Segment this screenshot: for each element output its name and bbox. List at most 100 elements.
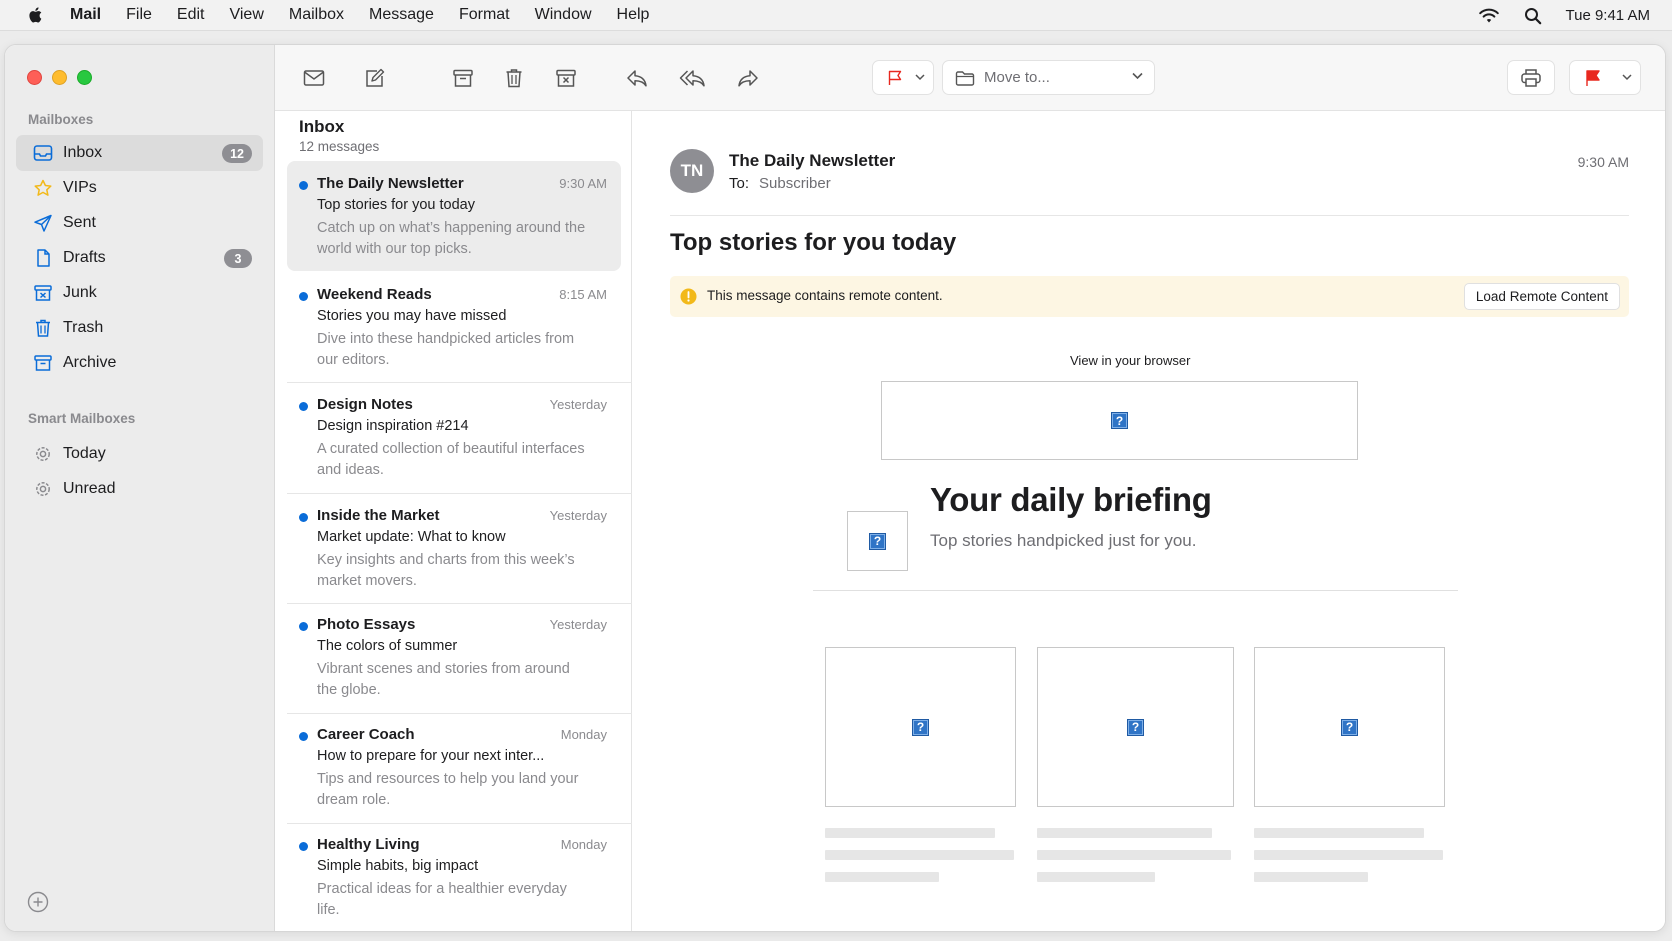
message-time: Monday	[560, 837, 607, 852]
to-recipient[interactable]: Subscriber	[759, 175, 831, 192]
forward-button[interactable]	[733, 64, 763, 92]
warning-icon	[680, 288, 697, 305]
wifi-icon[interactable]	[1478, 8, 1500, 24]
trash-icon	[506, 69, 522, 88]
menubar-clock[interactable]: Tue 9:41 AM	[1566, 7, 1651, 24]
add-mailbox-icon[interactable]	[27, 891, 49, 913]
message-from[interactable]: The Daily Newsletter	[729, 151, 895, 171]
menu-help[interactable]: Help	[617, 6, 650, 24]
text-placeholder-line	[1254, 872, 1368, 882]
message-sender: The Daily Newsletter	[317, 175, 464, 192]
menu-message[interactable]: Message	[369, 6, 434, 24]
get-mail-button[interactable]	[299, 64, 329, 92]
text-placeholder-line	[1037, 872, 1155, 882]
forward-icon	[738, 70, 758, 87]
message-timestamp: 9:30 AM	[1577, 154, 1629, 170]
unread-dot	[299, 513, 308, 522]
junk-icon	[34, 285, 52, 301]
flag-outline-icon	[888, 70, 902, 85]
sidebar-item-archive[interactable]: Archive	[16, 345, 263, 381]
remote-content-text: This message contains remote content.	[707, 288, 943, 303]
close-window-button[interactable]	[27, 70, 42, 85]
flag-dropdown[interactable]	[872, 60, 934, 95]
paperplane-icon	[34, 214, 52, 232]
sidebar-item-unread[interactable]: Unread	[16, 471, 263, 507]
document-icon	[37, 249, 50, 267]
broken-image-icon: ?	[1127, 718, 1144, 736]
message-time: 9:30 AM	[559, 176, 607, 191]
delete-button[interactable]	[499, 64, 529, 92]
list-item[interactable]: Photo Essays Yesterday The colors of sum…	[287, 602, 621, 712]
message-time: Yesterday	[549, 617, 607, 632]
sidebar-item-today[interactable]: Today	[16, 436, 263, 472]
message-preview: Dive into these handpicked articles from…	[317, 331, 575, 368]
list-title: Inbox	[299, 117, 345, 136]
junk-button[interactable]	[551, 64, 581, 92]
message-to-row: To: Subscriber	[729, 175, 831, 192]
list-item[interactable]: The Daily Newsletter 9:30 AM Top stories…	[287, 161, 621, 271]
menu-mailbox[interactable]: Mailbox	[289, 6, 344, 24]
message-preview: A curated collection of beautiful interf…	[317, 441, 585, 478]
menu-file[interactable]: File	[126, 6, 152, 24]
sidebar-item-label: Inbox	[63, 144, 103, 161]
sidebar-item-label: Unread	[63, 480, 116, 497]
apple-icon[interactable]	[26, 5, 46, 25]
sidebar-item-trash[interactable]: Trash	[16, 310, 263, 346]
message-time: Yesterday	[549, 397, 607, 412]
menu-view[interactable]: View	[229, 6, 263, 24]
sender-avatar: TN	[670, 149, 714, 193]
zoom-window-button[interactable]	[77, 70, 92, 85]
list-item[interactable]: Inside the Market Yesterday Market updat…	[287, 493, 621, 603]
message-subject: Market update: What to know	[317, 529, 506, 545]
minimize-window-button[interactable]	[52, 70, 67, 85]
print-button[interactable]	[1507, 60, 1555, 95]
list-item[interactable]: Weekend Reads 8:15 AM Stories you may ha…	[287, 272, 621, 382]
chevron-down-icon	[1622, 74, 1632, 81]
reply-button[interactable]	[622, 64, 652, 92]
text-placeholder-line	[825, 828, 995, 838]
load-remote-content-button[interactable]: Load Remote Content	[1463, 283, 1620, 310]
sidebar-item-vips[interactable]: VIPs	[16, 170, 263, 206]
list-item[interactable]: Career Coach Monday How to prepare for y…	[287, 712, 621, 822]
text-placeholder-line	[1254, 850, 1443, 860]
move-to-dropdown[interactable]: Move to...	[942, 60, 1155, 95]
menu-window[interactable]: Window	[535, 6, 592, 24]
briefing-subtitle: Top stories handpicked just for you.	[930, 531, 1197, 550]
folder-icon	[955, 70, 975, 86]
reply-all-button[interactable]	[678, 64, 708, 92]
flag-filled-icon	[1586, 69, 1600, 86]
sidebar-item-inbox[interactable]: Inbox 12	[16, 135, 263, 171]
broken-image-logo: ?	[847, 511, 908, 571]
trash-icon	[36, 319, 50, 337]
view-in-browser-link[interactable]: View in your browser	[1070, 353, 1190, 368]
message-subject-heading: Top stories for you today	[670, 229, 957, 256]
sidebar: Mailboxes Inbox 12 VIPs Sent Drafts 3 Ju…	[5, 45, 275, 931]
menu-edit[interactable]: Edit	[177, 6, 205, 24]
broken-image-banner: ?	[881, 381, 1358, 460]
envelope-icon	[303, 70, 325, 86]
briefing-title: Your daily briefing	[930, 481, 1212, 518]
text-placeholder-line	[1254, 828, 1424, 838]
unread-dot	[299, 292, 308, 301]
sidebar-item-junk[interactable]: Junk	[16, 275, 263, 311]
compose-button[interactable]	[359, 64, 389, 92]
archive-icon	[34, 355, 52, 371]
star-icon	[34, 179, 52, 196]
text-placeholder-line	[825, 850, 1014, 860]
menu-bar: Mail File Edit View Mailbox Message Form…	[0, 0, 1672, 31]
drafts-count-badge: 3	[224, 249, 252, 268]
flag-color-dropdown[interactable]	[1569, 60, 1641, 95]
archive-button[interactable]	[448, 64, 478, 92]
unread-dot	[299, 622, 308, 631]
list-item[interactable]: Design Notes Yesterday Design inspiratio…	[287, 382, 621, 492]
menu-format[interactable]: Format	[459, 6, 510, 24]
message-subject: Stories you may have missed	[317, 308, 507, 324]
sidebar-item-drafts[interactable]: Drafts 3	[16, 240, 263, 276]
spotlight-search-icon[interactable]	[1524, 7, 1542, 25]
header-divider	[670, 215, 1629, 216]
menu-app-mail[interactable]: Mail	[70, 6, 101, 24]
message-preview: Tips and resources to help you land your…	[317, 771, 579, 808]
sidebar-item-sent[interactable]: Sent	[16, 205, 263, 241]
list-item[interactable]: Healthy Living Monday Simple habits, big…	[287, 822, 621, 931]
message-subject: Top stories for you today	[317, 197, 475, 213]
